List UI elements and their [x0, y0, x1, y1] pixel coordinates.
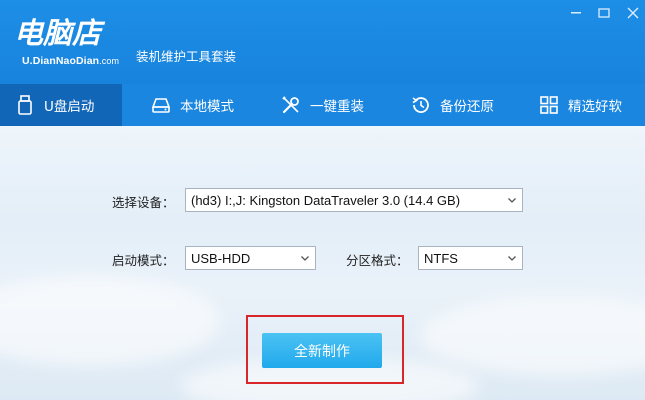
history-icon	[410, 94, 432, 116]
apps-grid-icon	[538, 94, 560, 116]
partition-format-select[interactable]: NTFS	[418, 246, 523, 270]
partition-format-select-value: NTFS	[424, 250, 458, 266]
tab-usb-boot-label: U盘启动	[44, 99, 95, 115]
tools-icon	[280, 94, 302, 116]
tab-backup-restore-label: 备份还原	[440, 99, 494, 115]
boot-mode-select[interactable]: USB-HDD	[185, 246, 316, 270]
main-nav: U盘启动 本地模式 一键重装 备份还原 精选好软	[0, 84, 645, 126]
chevron-down-icon	[506, 252, 518, 264]
tab-one-click-reinstall[interactable]: 一键重装	[280, 84, 364, 126]
tab-backup-restore[interactable]: 备份还原	[410, 84, 494, 126]
chevron-down-icon	[299, 252, 311, 264]
boot-mode-label: 启动模式：	[112, 253, 175, 268]
chevron-down-icon	[506, 194, 518, 206]
tab-local-mode-label: 本地模式	[180, 99, 234, 115]
brand-logo: 电脑店	[14, 14, 114, 50]
close-icon[interactable]	[625, 6, 641, 20]
main-panel: 选择设备： (hd3) I:,J: Kingston DataTraveler …	[0, 126, 645, 400]
tab-local-mode[interactable]: 本地模式	[150, 84, 234, 126]
minimize-icon[interactable]	[568, 6, 584, 20]
title-bar: 电脑店 U.DianNaoDian.com 装机维护工具套装	[0, 0, 645, 84]
tab-one-click-reinstall-label: 一键重装	[310, 99, 364, 115]
create-new-button[interactable]: 全新制作	[262, 333, 382, 368]
usb-drive-icon	[14, 94, 36, 116]
tab-usb-boot[interactable]: U盘启动	[0, 84, 122, 126]
hard-disk-icon	[150, 94, 172, 116]
partition-format-label: 分区格式：	[346, 253, 409, 268]
device-label: 选择设备：	[112, 195, 175, 210]
maximize-icon[interactable]	[596, 6, 612, 20]
brand-domain: U.DianNaoDian.com	[22, 55, 120, 67]
background-cloud	[420, 296, 645, 376]
background-cloud	[0, 276, 220, 366]
boot-mode-select-value: USB-HDD	[191, 250, 251, 266]
device-select[interactable]: (hd3) I:,J: Kingston DataTraveler 3.0 (1…	[185, 188, 523, 212]
svg-text:电脑店: 电脑店	[14, 16, 106, 50]
tab-featured-software[interactable]: 精选好软	[538, 84, 622, 126]
suite-title: 装机维护工具套装	[136, 49, 237, 64]
device-select-value: (hd3) I:,J: Kingston DataTraveler 3.0 (1…	[191, 192, 461, 208]
tab-featured-software-label: 精选好软	[568, 99, 622, 115]
